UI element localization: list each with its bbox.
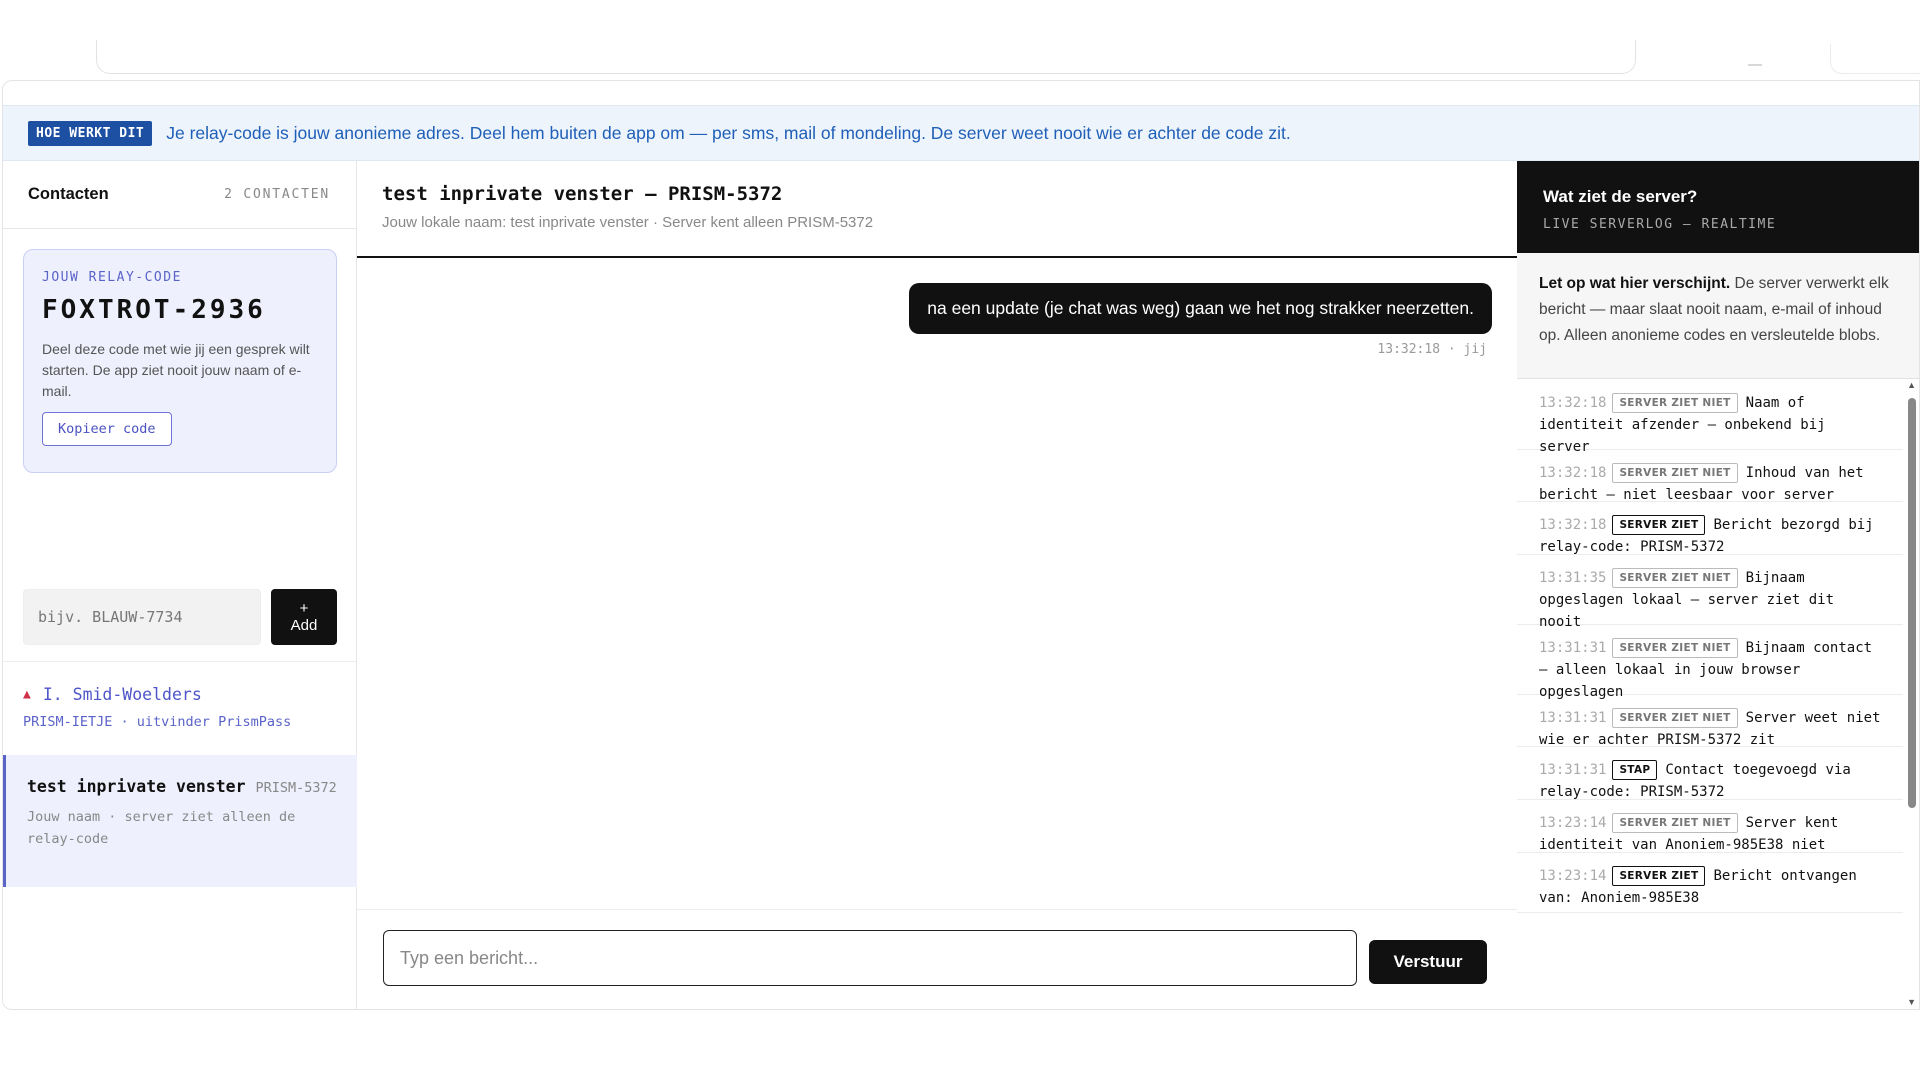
browser-toolbar-divider xyxy=(1748,64,1762,66)
log-entry: 13:23:14 SERVER ZIET Bericht ontvangen van… xyxy=(1517,853,1903,913)
copy-code-button[interactable]: Kopieer code xyxy=(42,412,172,446)
scroll-down-arrow-icon[interactable]: ▼ xyxy=(1907,997,1916,1007)
log-entry: 13:31:35 SERVER ZIET NIET Bijnaam opgeslag… xyxy=(1517,555,1903,630)
relay-code-card: JOUW RELAY-CODE FOXTROT-2936 Deel deze c… xyxy=(23,249,337,473)
banner-text: Je relay-code is jouw anonieme adres. De… xyxy=(166,122,1291,143)
chat-subtitle: Jouw lokale naam: test inprivate venster… xyxy=(382,214,874,231)
scroll-up-arrow-icon[interactable]: ▲ xyxy=(1907,380,1916,390)
log-entry: 13:23:14 SERVER ZIET NIET Server kent iden… xyxy=(1517,800,1903,853)
log-scrollbar[interactable]: ▲ ▼ xyxy=(1903,380,1919,1009)
contacts-divider xyxy=(3,661,356,662)
relay-code-value: FOXTROT-2936 xyxy=(42,295,266,325)
log-time: 13:23:14 xyxy=(1539,868,1607,884)
log-tag: SERVER ZIET NIET xyxy=(1612,393,1738,413)
sidebar-title: Contacten xyxy=(28,185,109,203)
message-composer: Verstuur xyxy=(357,909,1517,1009)
relay-code-input[interactable] xyxy=(23,589,261,645)
log-tag: SERVER ZIET NIET xyxy=(1612,708,1738,728)
warning-triangle-icon: ▲ xyxy=(23,687,31,702)
log-time: 13:31:31 xyxy=(1539,640,1607,656)
log-entry: 13:32:18 SERVER ZIET NIET Naam of identite… xyxy=(1517,380,1903,455)
log-time: 13:23:14 xyxy=(1539,815,1607,831)
contact-name: test inprivate venster xyxy=(27,777,246,796)
server-panel-subtitle: LIVE SERVERLOG — REALTIME xyxy=(1543,217,1777,232)
log-tag: STAP xyxy=(1612,760,1658,780)
relay-code-description: Deel deze code met wie jij een gesprek w… xyxy=(42,341,310,399)
log-time: 13:31:31 xyxy=(1539,762,1607,778)
info-banner: HOE WERKT DIT Je relay-code is jouw anon… xyxy=(3,105,1919,161)
contact-subtitle: PRISM-IETJE · uitvinder PrismPass xyxy=(23,714,292,730)
relay-code-label: JOUW RELAY-CODE xyxy=(42,270,182,285)
banner-tag: HOE WERKT DIT xyxy=(28,120,153,146)
add-button-label: Add xyxy=(290,617,318,634)
contact-item[interactable]: ▲ I. Smid-Woelders PRISM-IETJE · uitvind… xyxy=(23,685,343,730)
app-window: HOE WERKT DIT Je relay-code is jouw anon… xyxy=(2,80,1920,1010)
log-time: 13:32:18 xyxy=(1539,395,1607,411)
message-meta: 13:32:18 · jij xyxy=(1377,342,1487,357)
plus-icon: + xyxy=(299,600,309,617)
chat-panel: test inprivate venster — PRISM-5372 Jouw… xyxy=(357,161,1517,1009)
server-log-panel: Wat ziet de server? LIVE SERVERLOG — REA… xyxy=(1517,161,1919,1009)
contact-subtitle: Jouw naam · server ziet alleen de relay-… xyxy=(27,809,296,847)
chat-title: test inprivate venster — PRISM-5372 xyxy=(382,183,783,205)
contact-item-selected[interactable]: test inprivate venster PRISM-5372 Jouw n… xyxy=(3,755,357,887)
message-input[interactable] xyxy=(383,930,1357,986)
server-panel-header: Wat ziet de server? LIVE SERVERLOG — REA… xyxy=(1517,161,1919,253)
sidebar-header: Contacten 2 CONTACTEN xyxy=(3,161,356,229)
add-contact-button[interactable]: + Add xyxy=(271,589,337,645)
contact-name: I. Smid-Woelders xyxy=(42,685,202,704)
chat-header: test inprivate venster — PRISM-5372 Jouw… xyxy=(357,161,1517,258)
log-time: 13:31:31 xyxy=(1539,710,1607,726)
log-entry: 13:31:31 STAP Contact toegevoegd via relay… xyxy=(1517,747,1903,800)
log-tag: SERVER ZIET NIET xyxy=(1612,638,1738,658)
contact-relay-code: PRISM-5372 xyxy=(255,780,337,796)
send-button[interactable]: Verstuur xyxy=(1369,940,1487,984)
server-note-emphasis: Let op wat hier verschijnt. xyxy=(1539,275,1731,292)
contact-count: 2 CONTACTEN xyxy=(224,187,330,202)
log-tag: SERVER ZIET xyxy=(1612,515,1706,535)
add-contact-row: + Add xyxy=(23,589,337,645)
browser-address-bar xyxy=(96,40,1636,74)
log-tag: SERVER ZIET NIET xyxy=(1612,568,1738,588)
log-time: 13:32:18 xyxy=(1539,517,1607,533)
server-panel-title: Wat ziet de server? xyxy=(1543,187,1698,206)
log-tag: SERVER ZIET NIET xyxy=(1612,463,1738,483)
server-log-list[interactable]: 13:32:18 SERVER ZIET NIET Naam of identite… xyxy=(1517,380,1903,1009)
scrollbar-thumb[interactable] xyxy=(1908,398,1916,808)
log-tag: SERVER ZIET NIET xyxy=(1612,813,1738,833)
browser-toolbar-button[interactable] xyxy=(1830,44,1920,74)
log-entry: 13:31:31 SERVER ZIET NIET Bijnaam contact … xyxy=(1517,625,1903,700)
message-bubble-outgoing: na een update (je chat was weg) gaan we … xyxy=(909,283,1492,334)
log-tag: SERVER ZIET xyxy=(1612,866,1706,886)
contacts-sidebar: Contacten 2 CONTACTEN JOUW RELAY-CODE FO… xyxy=(3,161,357,1009)
log-time: 13:32:18 xyxy=(1539,465,1607,481)
log-time: 13:31:35 xyxy=(1539,570,1607,586)
server-note: Let op wat hier verschijnt. De server ve… xyxy=(1517,253,1919,379)
log-entry: 13:32:18 SERVER ZIET Bericht bezorgd bij r… xyxy=(1517,502,1903,555)
